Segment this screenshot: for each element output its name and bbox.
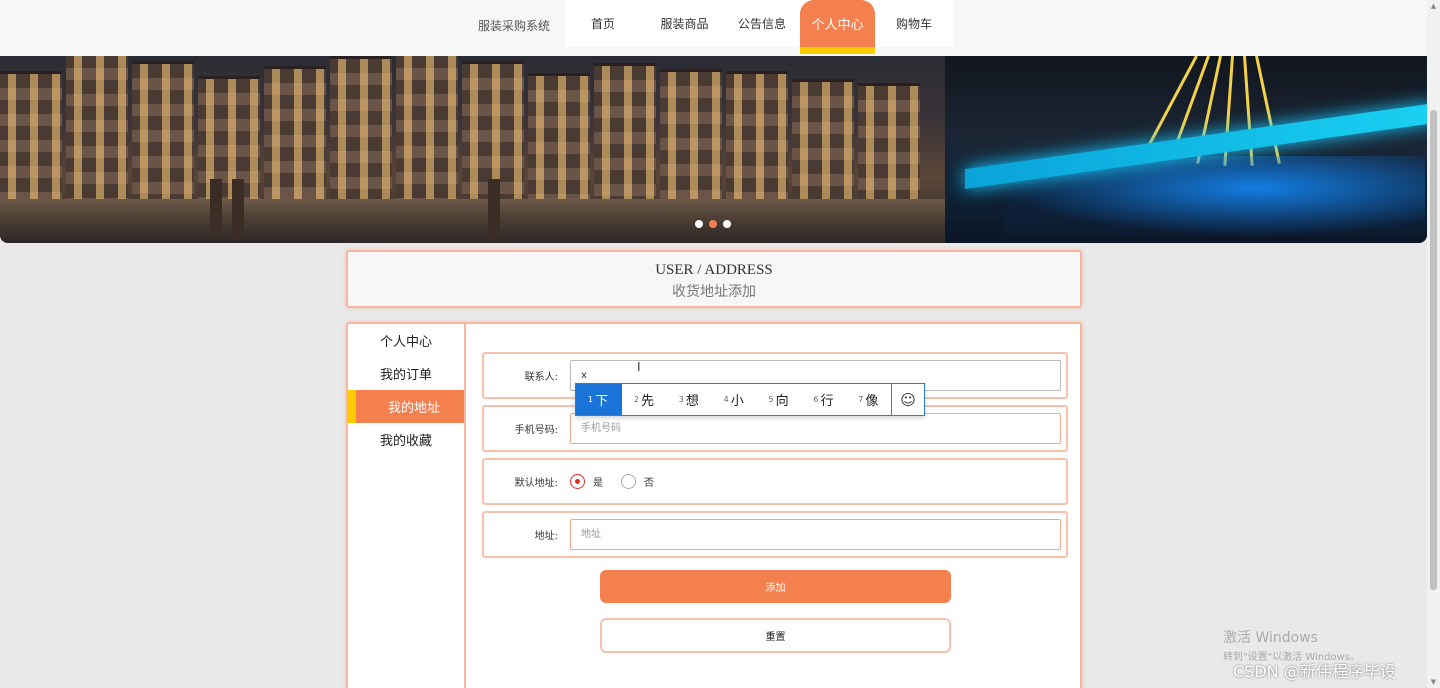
main-panel: 个人中心 我的订单 我的地址 我的收藏 联系人: 手机号码: 默认地址: 是 否 [346, 322, 1082, 688]
ime-candidate-bar: 1下 2先 3想 4小 5向 6行 7像 ☺ [575, 383, 925, 416]
nav-cart[interactable]: 购物车 [875, 0, 953, 47]
radio-no[interactable]: 否 [621, 474, 654, 489]
radio-yes-label: 是 [593, 478, 603, 489]
add-button[interactable]: 添加 [600, 570, 951, 603]
phone-label: 手机号码: [514, 425, 558, 436]
nav-personal-center[interactable]: 个人中心 [800, 0, 875, 54]
main-nav: 首页 服装商品 公告信息 个人中心 购物车 [565, 0, 953, 54]
address-label: 地址: [534, 531, 558, 542]
windows-watermark-title: 激活 Windows [1223, 630, 1318, 646]
radio-yes-circle[interactable] [570, 474, 585, 489]
brand-title[interactable]: 服装采购系统 [478, 17, 550, 34]
contact-label: 联系人: [524, 372, 558, 383]
radio-no-label: 否 [644, 478, 654, 489]
i-beam-cursor-icon: I [637, 360, 641, 374]
scroll-down-arrow-icon[interactable]: ▼ [1429, 678, 1438, 686]
ime-candidate-2[interactable]: 2先 [622, 384, 667, 415]
radio-yes[interactable]: 是 [570, 474, 603, 489]
top-nav-bar: 服装采购系统 首页 服装商品 公告信息 个人中心 购物车 [0, 0, 1427, 56]
section-title-en: USER / ADDRESS [655, 262, 773, 278]
ime-candidate-4[interactable]: 4小 [712, 384, 757, 415]
csdn-watermark: CSDN @新伟程序毕设 [1233, 662, 1396, 681]
sidebar-item-my-orders[interactable]: 我的订单 [348, 357, 464, 390]
sidebar-item-personal-center[interactable]: 个人中心 [348, 324, 464, 357]
carousel-dot-2[interactable] [709, 220, 717, 228]
section-title-cn: 收货地址添加 [672, 284, 756, 300]
sidebar-item-my-address[interactable]: 我的地址 [348, 390, 464, 423]
scroll-thumb[interactable] [1430, 110, 1437, 590]
reset-button[interactable]: 重置 [600, 618, 951, 653]
sidebar-item-my-favorites[interactable]: 我的收藏 [348, 423, 464, 456]
default-address-label: 默认地址: [514, 478, 558, 489]
ime-candidate-7[interactable]: 7像 [846, 384, 891, 415]
section-title-box: USER / ADDRESS 收货地址添加 [346, 250, 1082, 308]
form-row-default: 默认地址: 是 否 [482, 458, 1068, 505]
carousel-dot-1[interactable] [695, 220, 703, 228]
nav-home[interactable]: 首页 [565, 0, 641, 47]
nav-products[interactable]: 服装商品 [645, 0, 724, 47]
nav-announcements[interactable]: 公告信息 [724, 0, 800, 47]
ime-candidate-1[interactable]: 1下 [576, 384, 622, 415]
ime-candidate-3[interactable]: 3想 [667, 384, 712, 415]
emoji-icon[interactable]: ☺ [891, 384, 924, 415]
form-row-address: 地址: [482, 511, 1068, 558]
phone-input[interactable] [570, 413, 1061, 444]
banner-image-bridge [945, 56, 1427, 243]
default-address-radios: 是 否 [570, 460, 654, 503]
page-scrollbar[interactable]: ▲ ▼ [1427, 0, 1440, 688]
banner-image-townhouses [0, 56, 945, 243]
ime-candidate-6[interactable]: 6行 [801, 384, 846, 415]
carousel-indicators [695, 220, 731, 228]
carousel-dot-3[interactable] [723, 220, 731, 228]
sidebar: 个人中心 我的订单 我的地址 我的收藏 [348, 324, 466, 688]
banner-carousel [0, 56, 1427, 243]
radio-no-circle[interactable] [621, 474, 636, 489]
scroll-up-arrow-icon[interactable]: ▲ [1429, 2, 1438, 10]
ime-candidate-5[interactable]: 5向 [757, 384, 802, 415]
address-input[interactable] [570, 519, 1061, 550]
